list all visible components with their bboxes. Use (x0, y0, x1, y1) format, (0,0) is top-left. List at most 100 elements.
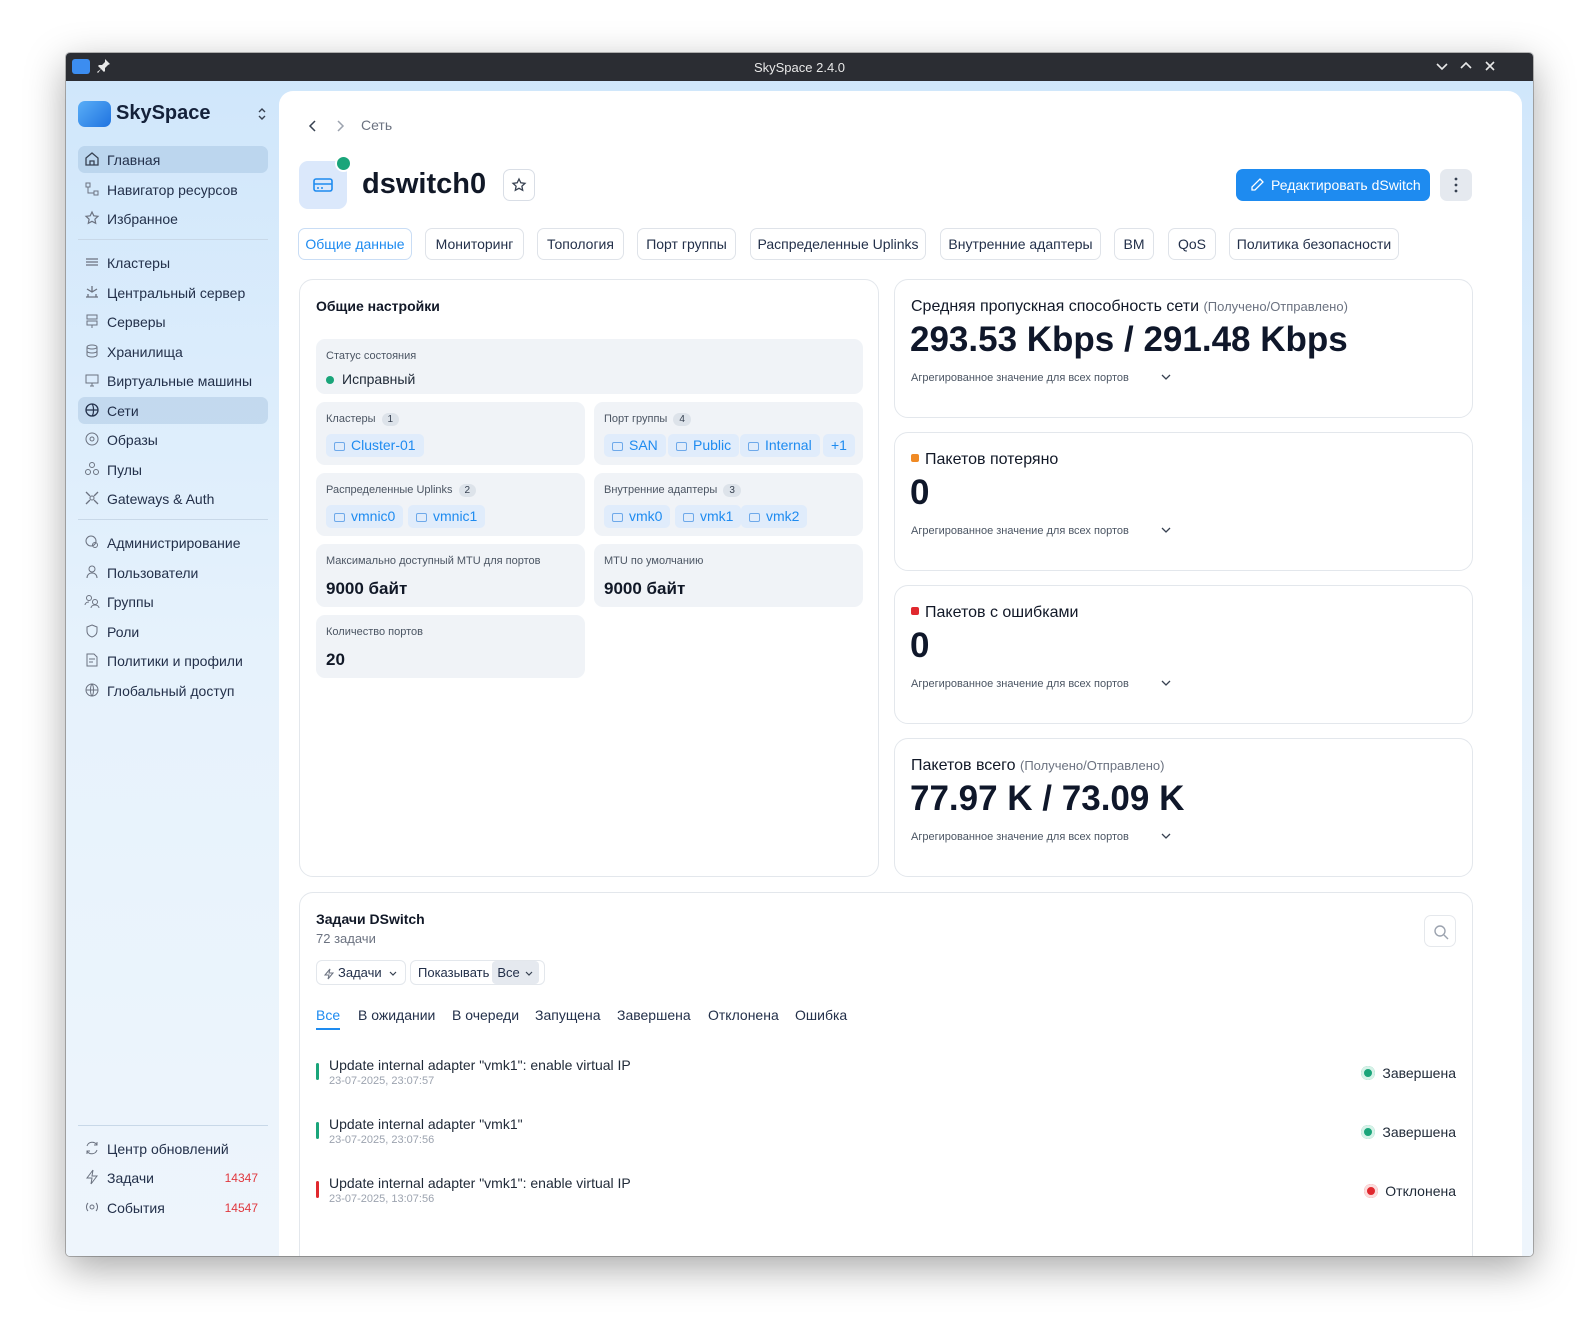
chevron-down-icon[interactable] (1160, 525, 1172, 535)
sidebar-item-virtual-machines[interactable]: Виртуальные машины (78, 367, 268, 394)
tab-security-policy[interactable]: Политика безопасности (1229, 228, 1399, 260)
sidebar-item-tasks[interactable]: Задачи 14347 (78, 1164, 268, 1191)
port-groups-more-chip[interactable]: +1 (823, 434, 855, 457)
cluster-chip[interactable]: Cluster-01 (326, 434, 424, 457)
red-marker-icon (911, 606, 919, 615)
status-tab-all[interactable]: Все (316, 1007, 341, 1030)
general-settings-title: Общие настройки (316, 298, 440, 314)
sidebar-item-label: Сети (107, 403, 139, 419)
sidebar-item-roles[interactable]: Роли (78, 618, 268, 645)
port-group-icon (748, 441, 759, 451)
sidebar-item-gateways[interactable]: Gateways & Auth (78, 485, 268, 512)
sidebar-divider (78, 239, 268, 240)
refresh-icon (84, 1140, 100, 1156)
task-row[interactable]: Update internal adapter "vmk1": enable v… (316, 1057, 1456, 1099)
nic-icon (749, 512, 760, 522)
chevron-down-icon[interactable] (1160, 831, 1172, 841)
port-group-chip[interactable]: SAN (604, 434, 666, 457)
port-groups-label: Порт группы 4 (604, 413, 691, 426)
uplink-chip[interactable]: vmnic1 (408, 505, 486, 528)
sidebar-item-resource-navigator[interactable]: Навигатор ресурсов (78, 176, 268, 203)
healthy-dot-icon (326, 376, 334, 385)
sidebar-item-servers[interactable]: Серверы (78, 308, 268, 335)
status-bar (316, 1122, 319, 1139)
tab-qos[interactable]: QoS (1168, 228, 1216, 260)
adapter-chip[interactable]: vmk2 (741, 505, 808, 528)
sidebar-item-label: Центр обновлений (107, 1141, 229, 1157)
back-arrow-icon[interactable] (307, 119, 319, 133)
chevron-updown-icon[interactable] (256, 107, 268, 121)
status-tab-pending[interactable]: В ожидании (358, 1007, 435, 1023)
max-mtu-field: Максимально доступный MTU для портов 900… (316, 544, 585, 607)
task-name: Update internal adapter "vmk1": enable v… (329, 1057, 631, 1073)
sidebar-item-networks[interactable]: Сети (78, 397, 268, 424)
sidebar-item-global-access[interactable]: Глобальный доступ (78, 677, 268, 704)
admin-icon (84, 534, 100, 550)
sidebar-item-update-center[interactable]: Центр обновлений (78, 1135, 268, 1162)
sidebar-item-label: Пользователи (107, 565, 199, 581)
sidebar-item-clusters[interactable]: Кластеры (78, 249, 268, 276)
status-tab-completed[interactable]: Завершена (617, 1007, 691, 1023)
adapter-chip[interactable]: vmk1 (675, 505, 742, 528)
clusters-label: Кластеры 1 (326, 413, 400, 426)
more-menu-button[interactable] (1440, 169, 1472, 201)
task-status: Завершена (1361, 1124, 1456, 1140)
port-group-chip[interactable]: Public (668, 434, 740, 457)
task-row[interactable]: Update internal adapter "vmk1": enable v… (316, 1175, 1456, 1217)
sidebar-item-administration[interactable]: Администрирование (78, 529, 268, 556)
tab-general[interactable]: Общие данные (298, 228, 412, 260)
show-filter-dropdown[interactable]: Показывать Все (410, 960, 545, 985)
pools-icon (84, 461, 100, 477)
tab-monitoring[interactable]: Мониторинг (425, 228, 524, 260)
status-bar (316, 1063, 319, 1080)
max-mtu-label: Максимально доступный MTU для портов (326, 555, 541, 567)
nic-icon (416, 512, 427, 522)
task-row[interactable]: Update internal adapter "vmk1" 23-07-202… (316, 1116, 1456, 1158)
status-tab-queued[interactable]: В очереди (452, 1007, 519, 1023)
adapter-chip[interactable]: vmk0 (604, 505, 671, 528)
status-indicator (335, 155, 352, 172)
uplinks-field: Распределенные Uplinks 2 vmnic0 vmnic1 (316, 473, 585, 536)
sidebar-item-storage[interactable]: Хранилища (78, 338, 268, 365)
close-icon[interactable] (1482, 58, 1498, 74)
internal-adapters-field: Внутренние адаптеры 3 vmk0 vmk1 vmk2 (594, 473, 863, 536)
tab-topology[interactable]: Топология (537, 228, 624, 260)
storage-icon (84, 343, 100, 359)
sidebar-item-images[interactable]: Образы (78, 426, 268, 453)
status-tab-running[interactable]: Запущена (535, 1007, 601, 1023)
search-button[interactable] (1424, 915, 1456, 947)
port-groups-field: Порт группы 4 SAN Public Internal +1 (594, 402, 863, 465)
tab-port-groups[interactable]: Порт группы (637, 228, 736, 260)
favorite-button[interactable] (503, 169, 535, 201)
status-tab-error[interactable]: Ошибка (795, 1007, 847, 1023)
tab-vms[interactable]: ВМ (1114, 228, 1154, 260)
chevron-down-icon (388, 970, 398, 978)
forward-arrow-icon[interactable] (334, 119, 346, 133)
sidebar-item-home[interactable]: Главная (78, 146, 268, 173)
completed-status-icon (1361, 1125, 1376, 1140)
port-group-chip[interactable]: Internal (740, 434, 820, 457)
sidebar-item-pools[interactable]: Пулы (78, 456, 268, 483)
sidebar-item-users[interactable]: Пользователи (78, 559, 268, 586)
breadcrumb-current[interactable]: Сеть (361, 117, 392, 133)
chevron-down-icon[interactable] (1160, 372, 1172, 382)
minimize-icon[interactable] (1434, 58, 1450, 74)
tab-internal-adapters[interactable]: Внутренние адаптеры (940, 228, 1101, 260)
status-bar (316, 1181, 319, 1198)
uplink-chip[interactable]: vmnic0 (326, 505, 404, 528)
task-filter-dropdown[interactable]: Задачи (316, 960, 407, 985)
edit-dswitch-button[interactable]: Редактировать dSwitch (1236, 169, 1430, 201)
sidebar-item-label: Виртуальные машины (107, 373, 253, 389)
brand-switcher[interactable]: SkySpace (78, 101, 268, 131)
tab-distributed-uplinks[interactable]: Распределенные Uplinks (750, 228, 926, 260)
sidebar-item-events[interactable]: События 14547 (78, 1194, 268, 1221)
chevron-down-icon[interactable] (1160, 678, 1172, 688)
sidebar-item-groups[interactable]: Группы (78, 588, 268, 615)
sidebar-item-central-server[interactable]: Центральный сервер (78, 279, 268, 306)
sidebar-item-policies[interactable]: Политики и профили (78, 647, 268, 674)
maximize-icon[interactable] (1458, 58, 1474, 74)
edit-dswitch-label: Редактировать dSwitch (1271, 177, 1421, 193)
status-value: Исправный (326, 371, 415, 387)
sidebar-item-favorites[interactable]: Избранное (78, 205, 268, 232)
status-tab-rejected[interactable]: Отклонена (708, 1007, 779, 1023)
